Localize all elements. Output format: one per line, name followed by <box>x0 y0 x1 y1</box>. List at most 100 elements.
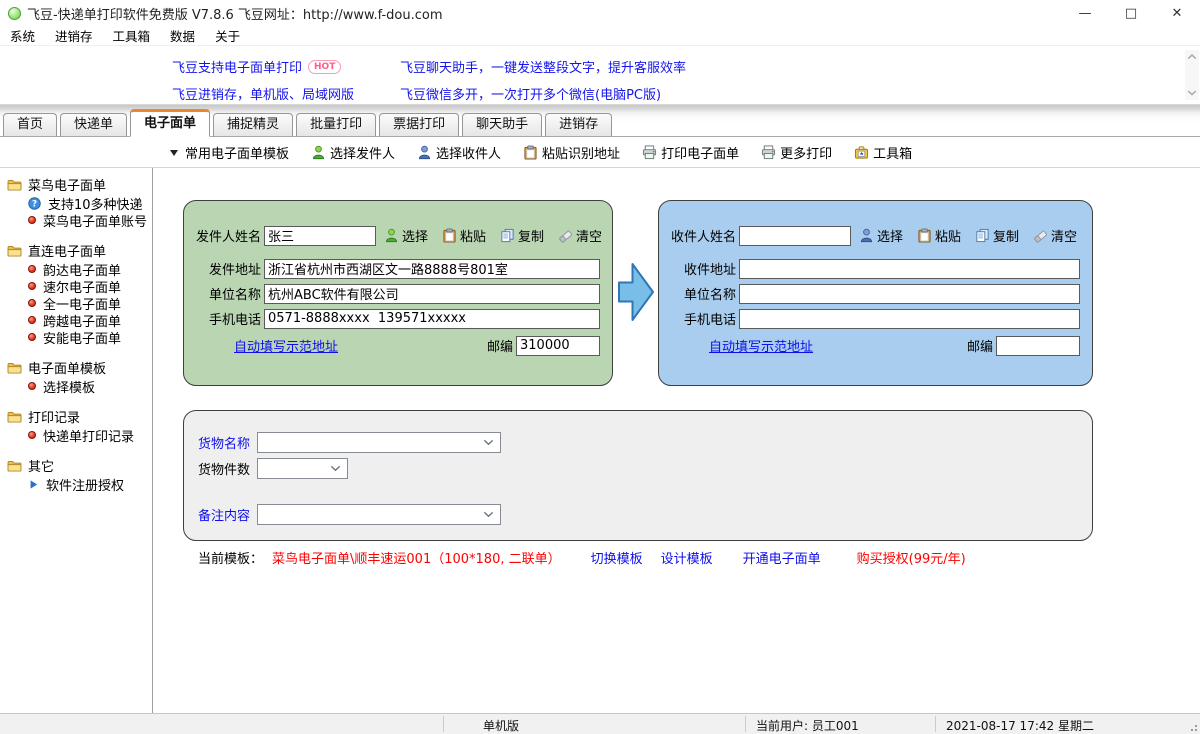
sidebar-item-yunda[interactable]: 韵达电子面单 <box>7 261 152 277</box>
tab-ewaybill[interactable]: 电子面单 <box>130 109 210 137</box>
recipient-copy-button[interactable]: 复制 <box>975 226 1019 245</box>
tab-receipt-print[interactable]: 票据打印 <box>379 113 459 137</box>
person-green-icon <box>384 228 399 243</box>
switch-template-link[interactable]: 切换模板 <box>591 548 643 567</box>
toolbar-more-print[interactable]: 更多打印 <box>761 143 832 162</box>
sender-autofill-link[interactable]: 自动填写示范地址 <box>234 336 338 355</box>
banner-link-ewaybill[interactable]: 飞豆支持电子面单打印 HOT <box>172 57 400 76</box>
sender-panel: 发件人姓名 选择 粘贴 复制 <box>183 200 613 386</box>
folder-icon <box>7 362 22 374</box>
maximize-button[interactable]: □ <box>1108 0 1154 26</box>
goods-note-label: 备注内容 <box>198 505 253 524</box>
printer-icon <box>642 145 657 160</box>
design-template-link[interactable]: 设计模板 <box>661 548 713 567</box>
toolbar-print-label: 打印电子面单 <box>661 143 739 162</box>
sidebar-folder-label: 菜鸟电子面单 <box>28 175 106 194</box>
sidebar-item-waybill-print-records[interactable]: 快递单打印记录 <box>7 427 152 443</box>
sender-address-input[interactable] <box>264 259 600 279</box>
sender-zip-input[interactable] <box>516 336 600 356</box>
tab-waybill[interactable]: 快递单 <box>60 113 127 137</box>
banner-link-wechat-multi[interactable]: 飞豆微信多开，一次打开多个微信(电脑PC版) <box>400 84 1200 103</box>
menu-system[interactable]: 系统 <box>0 26 45 45</box>
recipient-company-input[interactable] <box>739 284 1080 304</box>
open-ewaybill-link[interactable]: 开通电子面单 <box>743 548 821 567</box>
tab-inventory[interactable]: 进销存 <box>545 113 612 137</box>
recipient-clear-label: 清空 <box>1051 226 1077 245</box>
status-edition: 单机版 <box>483 717 519 734</box>
recipient-zip-input[interactable] <box>996 336 1080 356</box>
sidebar-folder-cainiao[interactable]: 菜鸟电子面单 <box>7 176 152 193</box>
toolbar-toolbox[interactable]: 工具箱 <box>854 143 912 162</box>
sidebar-item-sure[interactable]: 速尔电子面单 <box>7 278 152 294</box>
sidebar-item-cainiao-account[interactable]: 菜鸟电子面单账号 <box>7 212 152 228</box>
toolbar-select-sender[interactable]: 选择发件人 <box>311 143 395 162</box>
sidebar-item-kuayue[interactable]: 跨越电子面单 <box>7 312 152 328</box>
tab-capture[interactable]: 捕捉精灵 <box>213 113 293 137</box>
sidebar-group-direct: 直连电子面单 韵达电子面单 速尔电子面单 全一电子面单 跨越电子面单 <box>7 242 152 345</box>
bullet-icon <box>28 431 36 439</box>
sidebar-folder-print-records[interactable]: 打印记录 <box>7 408 152 425</box>
tab-home[interactable]: 首页 <box>3 113 57 137</box>
toolbar-template-menu-label: 常用电子面单模板 <box>185 143 289 162</box>
folder-icon <box>7 245 22 257</box>
goods-note-select[interactable] <box>257 504 501 525</box>
clipboard-icon <box>442 228 457 243</box>
scroll-down-icon[interactable] <box>1187 90 1197 96</box>
resize-grip[interactable] <box>1195 729 1197 731</box>
toolbar-paste-recognize-label: 粘贴识别地址 <box>542 143 620 162</box>
sidebar-item-supported-couriers[interactable]: 支持10多种快递 <box>7 195 152 211</box>
buy-license-link[interactable]: 购买授权(99元/年) <box>857 548 966 567</box>
sidebar-group-template: 电子面单模板 选择模板 <box>7 359 152 394</box>
menu-inventory[interactable]: 进销存 <box>45 26 103 45</box>
recipient-clear-button[interactable]: 清空 <box>1033 226 1077 245</box>
app-logo-icon <box>8 7 21 20</box>
sidebar-folder-other[interactable]: 其它 <box>7 457 152 474</box>
main-content: 发件人姓名 选择 粘贴 复制 <box>153 168 1200 713</box>
banner-link-inventory[interactable]: 飞豆进销存，单机版、局域网版 <box>172 84 400 103</box>
folder-icon <box>7 179 22 191</box>
recipient-address-input[interactable] <box>739 259 1080 279</box>
close-button[interactable]: ✕ <box>1154 0 1200 26</box>
sender-clear-button[interactable]: 清空 <box>558 226 602 245</box>
clipboard-icon <box>523 145 538 160</box>
sender-company-input[interactable] <box>264 284 600 304</box>
bullet-icon <box>28 382 36 390</box>
sender-name-input[interactable] <box>264 226 376 246</box>
toolbox-icon <box>854 145 869 160</box>
recipient-autofill-link[interactable]: 自动填写示范地址 <box>709 336 813 355</box>
copy-icon <box>975 228 990 243</box>
sidebar: 菜鸟电子面单 支持10多种快递 菜鸟电子面单账号 直连电子面单 <box>0 168 153 713</box>
sidebar-item-anneng[interactable]: 安能电子面单 <box>7 329 152 345</box>
sidebar-item-quanyi[interactable]: 全一电子面单 <box>7 295 152 311</box>
menu-about[interactable]: 关于 <box>205 26 250 45</box>
toolbar-template-menu[interactable]: 常用电子面单模板 <box>170 143 289 162</box>
sidebar-item-select-template[interactable]: 选择模板 <box>7 378 152 394</box>
goods-count-select[interactable] <box>257 458 348 479</box>
banner-link-chat-assistant[interactable]: 飞豆聊天助手，一键发送整段文字，提升客服效率 <box>400 57 1200 76</box>
minimize-button[interactable]: — <box>1062 0 1108 26</box>
toolbar: 常用电子面单模板 选择发件人 选择收件人 粘贴识别地址 打印电子面单 更多打印 … <box>0 137 1200 168</box>
goods-name-select[interactable] <box>257 432 501 453</box>
scroll-up-icon[interactable] <box>1187 54 1197 60</box>
sidebar-folder-template[interactable]: 电子面单模板 <box>7 359 152 376</box>
recipient-paste-button[interactable]: 粘贴 <box>917 226 961 245</box>
sender-phone-input[interactable] <box>264 309 600 329</box>
status-divider <box>935 716 936 732</box>
toolbar-select-recipient[interactable]: 选择收件人 <box>417 143 501 162</box>
toolbar-paste-recognize[interactable]: 粘贴识别地址 <box>523 143 620 162</box>
tab-batch-print[interactable]: 批量打印 <box>296 113 376 137</box>
recipient-phone-input[interactable] <box>739 309 1080 329</box>
sender-select-button[interactable]: 选择 <box>384 226 428 245</box>
menu-toolbox[interactable]: 工具箱 <box>103 26 161 45</box>
tab-chat-assistant[interactable]: 聊天助手 <box>462 113 542 137</box>
recipient-name-input[interactable] <box>739 226 851 246</box>
sidebar-folder-direct[interactable]: 直连电子面单 <box>7 242 152 259</box>
toolbar-print-ewaybill[interactable]: 打印电子面单 <box>642 143 739 162</box>
sidebar-item-register-license[interactable]: 软件注册授权 <box>7 476 152 492</box>
sender-copy-button[interactable]: 复制 <box>500 226 544 245</box>
sender-copy-label: 复制 <box>518 226 544 245</box>
menu-data[interactable]: 数据 <box>160 26 205 45</box>
sender-paste-button[interactable]: 粘贴 <box>442 226 486 245</box>
recipient-select-button[interactable]: 选择 <box>859 226 903 245</box>
banner-scrollbar[interactable] <box>1185 50 1199 100</box>
